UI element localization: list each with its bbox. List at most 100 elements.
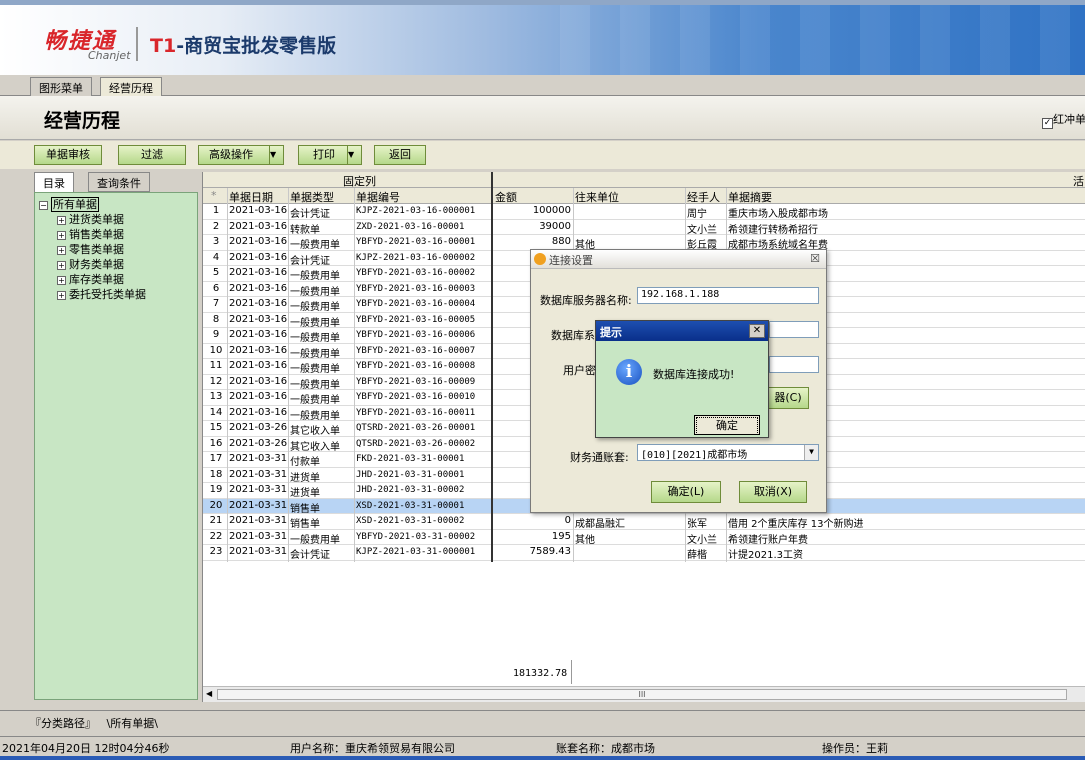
dropdown-arrow-icon[interactable]: ▼ xyxy=(347,146,361,164)
taskbar xyxy=(0,756,1085,760)
table-cell: KJPZ-2021-03-16-000001 xyxy=(356,206,476,216)
dialog-title: 连接设置 xyxy=(549,254,593,267)
table-cell: 2021-03-16 xyxy=(229,329,288,340)
audit-button[interactable]: 单据审核 xyxy=(34,145,102,165)
collapse-icon[interactable]: − xyxy=(39,201,48,210)
col-header-type[interactable]: 单据类型 xyxy=(290,189,334,205)
filter-button[interactable]: 过滤 xyxy=(118,145,186,165)
col-header-summary[interactable]: 单据摘要 xyxy=(728,189,772,205)
dropdown-arrow-icon[interactable]: ▼ xyxy=(269,146,283,164)
expand-icon[interactable]: + xyxy=(57,216,66,225)
category-tree: − 所有单据 + 进货类单据 + 销售类单据 + 零售类单据 + 财务类单据 + 库存类单据… xyxy=(34,192,198,700)
confirm-button[interactable]: 确定(L) xyxy=(651,481,721,503)
table-cell: 9 xyxy=(212,329,220,340)
table-cell: 2021-03-26 xyxy=(229,437,288,449)
table-row[interactable]: 2 2021-03-16 转款单 ZXD-2021-03-16-00001 39000 文… xyxy=(203,220,1085,236)
table-cell: 22 xyxy=(209,530,223,542)
table-cell: 15 xyxy=(209,422,223,433)
back-button[interactable]: 返回 xyxy=(374,145,426,165)
table-row[interactable]: 22 2021-03-31 一般费用单 YBFYD-2021-03-31-00002 1… xyxy=(203,530,1085,546)
prompt-title-bar: 提示 ✕ xyxy=(596,321,768,341)
expand-icon[interactable]: + xyxy=(57,291,66,300)
col-header-number[interactable]: 单据编号 xyxy=(356,189,400,205)
table-row[interactable]: 23 2021-03-31 会计凭证 KJPZ-2021-03-31-000001 75… xyxy=(203,545,1085,561)
test-server-button[interactable]: 器(C) xyxy=(767,387,809,409)
password-input[interactable] xyxy=(769,356,819,373)
table-cell: YBFYD-2021-03-16-00006 xyxy=(356,330,476,340)
server-label: 数据库服务器名称: xyxy=(540,294,632,307)
table-cell: 2021-03-31 xyxy=(229,453,288,464)
server-input[interactable]: 192.168.1.188 xyxy=(637,287,819,304)
frozen-divider[interactable] xyxy=(491,172,493,562)
table-cell: 其它收入单 xyxy=(290,426,340,437)
table-cell: 一般费用单 xyxy=(290,286,340,298)
ok-button[interactable]: 确定 xyxy=(694,415,760,435)
table-cell: 其它收入单 xyxy=(290,441,340,453)
horizontal-scrollbar[interactable]: ◀ III xyxy=(203,686,1085,702)
tab-query-conditions[interactable]: 查询条件 xyxy=(88,172,150,192)
table-cell: 14 xyxy=(209,406,223,418)
finance-account-select[interactable]: [010][2021]成都市场 ▼ xyxy=(637,444,819,461)
tree-item[interactable]: + 库存类单据 xyxy=(57,271,124,287)
table-cell: 16 xyxy=(209,437,223,449)
tree-root[interactable]: − 所有单据 xyxy=(39,196,99,212)
table-cell: 文小兰 xyxy=(687,224,717,236)
scroll-left-icon[interactable]: ◀ xyxy=(206,689,212,698)
table-cell: 2021-03-16 xyxy=(229,391,288,402)
category-path-bar: 『分类路径』 \所有单据\ xyxy=(0,710,1085,732)
table-cell: 一般费用单 xyxy=(290,379,340,391)
tab-graphic-menu[interactable]: 图形菜单 xyxy=(30,77,92,96)
page-header: 经营历程 ✓ 红冲单 xyxy=(0,96,1085,140)
expand-icon[interactable]: + xyxy=(57,246,66,255)
table-cell: 7589.43 xyxy=(529,546,571,557)
tree-item[interactable]: + 进货类单据 xyxy=(57,211,124,227)
checkbox-icon[interactable]: ✓ xyxy=(1042,118,1053,129)
path-value: \所有单据\ xyxy=(106,717,158,730)
expand-icon[interactable]: + xyxy=(57,261,66,270)
scroll-thumb[interactable]: III xyxy=(217,689,1067,700)
table-row[interactable]: 1 2021-03-16 会计凭证 KJPZ-2021-03-16-000001 100… xyxy=(203,204,1085,220)
advanced-ops-button[interactable]: 高级操作 ▼ xyxy=(198,145,284,165)
table-cell: 4 xyxy=(212,251,220,263)
table-cell: KJPZ-2021-03-31-000001 xyxy=(356,547,476,557)
tree-item[interactable]: + 委托受托类单据 xyxy=(57,286,146,302)
left-tabs: 目录 查询条件 xyxy=(34,172,198,192)
col-header-date[interactable]: 单据日期 xyxy=(229,189,273,205)
table-cell: QTSRD-2021-03-26-00002 xyxy=(356,438,476,449)
table-cell: 100000 xyxy=(532,205,571,216)
col-header-marker[interactable]: * xyxy=(211,189,217,202)
table-cell: 2021-03-16 xyxy=(229,375,288,387)
table-row[interactable]: 21 2021-03-31 销售单 XSD-2021-03-31-00002 0 成都晶融… xyxy=(203,514,1085,530)
expand-icon[interactable]: + xyxy=(57,276,66,285)
user-password-label: 用户密 xyxy=(563,364,596,377)
col-header-handler[interactable]: 经手人 xyxy=(687,189,720,205)
tree-item[interactable]: + 零售类单据 xyxy=(57,241,124,257)
red-reverse-checkbox[interactable]: ✓ 红冲单 xyxy=(1042,111,1085,129)
close-icon[interactable]: ☒ xyxy=(810,252,820,265)
banner-decoration xyxy=(560,5,1080,75)
close-icon[interactable]: ✕ xyxy=(749,324,765,338)
status-operator: 操作员：王莉 xyxy=(822,742,888,755)
print-button[interactable]: 打印 ▼ xyxy=(298,145,362,165)
amount-total: 181332.78 xyxy=(513,668,568,679)
tree-item[interactable]: + 财务类单据 xyxy=(57,256,124,272)
grid-group-header: 固定列 活 xyxy=(203,172,1085,188)
table-cell: 2021-03-16 xyxy=(229,298,288,309)
table-cell: 2021-03-31 xyxy=(229,468,288,480)
tab-catalog[interactable]: 目录 xyxy=(34,172,74,192)
tab-business-history[interactable]: 经营历程 xyxy=(100,77,162,96)
table-cell: YBFYD-2021-03-16-00008 xyxy=(356,361,476,371)
table-cell: 一般费用单 xyxy=(290,333,340,344)
database-input[interactable] xyxy=(769,321,819,338)
tree-item[interactable]: + 销售类单据 xyxy=(57,226,124,242)
checkbox-label: 红冲单 xyxy=(1053,113,1085,126)
total-divider xyxy=(571,660,572,684)
cancel-button[interactable]: 取消(X) xyxy=(739,481,807,503)
table-cell: YBFYD-2021-03-16-00005 xyxy=(356,314,476,325)
col-header-amount[interactable]: 金额 xyxy=(495,189,517,205)
col-header-partner[interactable]: 往来单位 xyxy=(575,189,619,205)
expand-icon[interactable]: + xyxy=(57,231,66,240)
table-cell: 文小兰 xyxy=(687,534,717,546)
chevron-down-icon[interactable]: ▼ xyxy=(804,445,818,460)
table-cell: 希领建行转杨希招行 xyxy=(728,224,818,236)
